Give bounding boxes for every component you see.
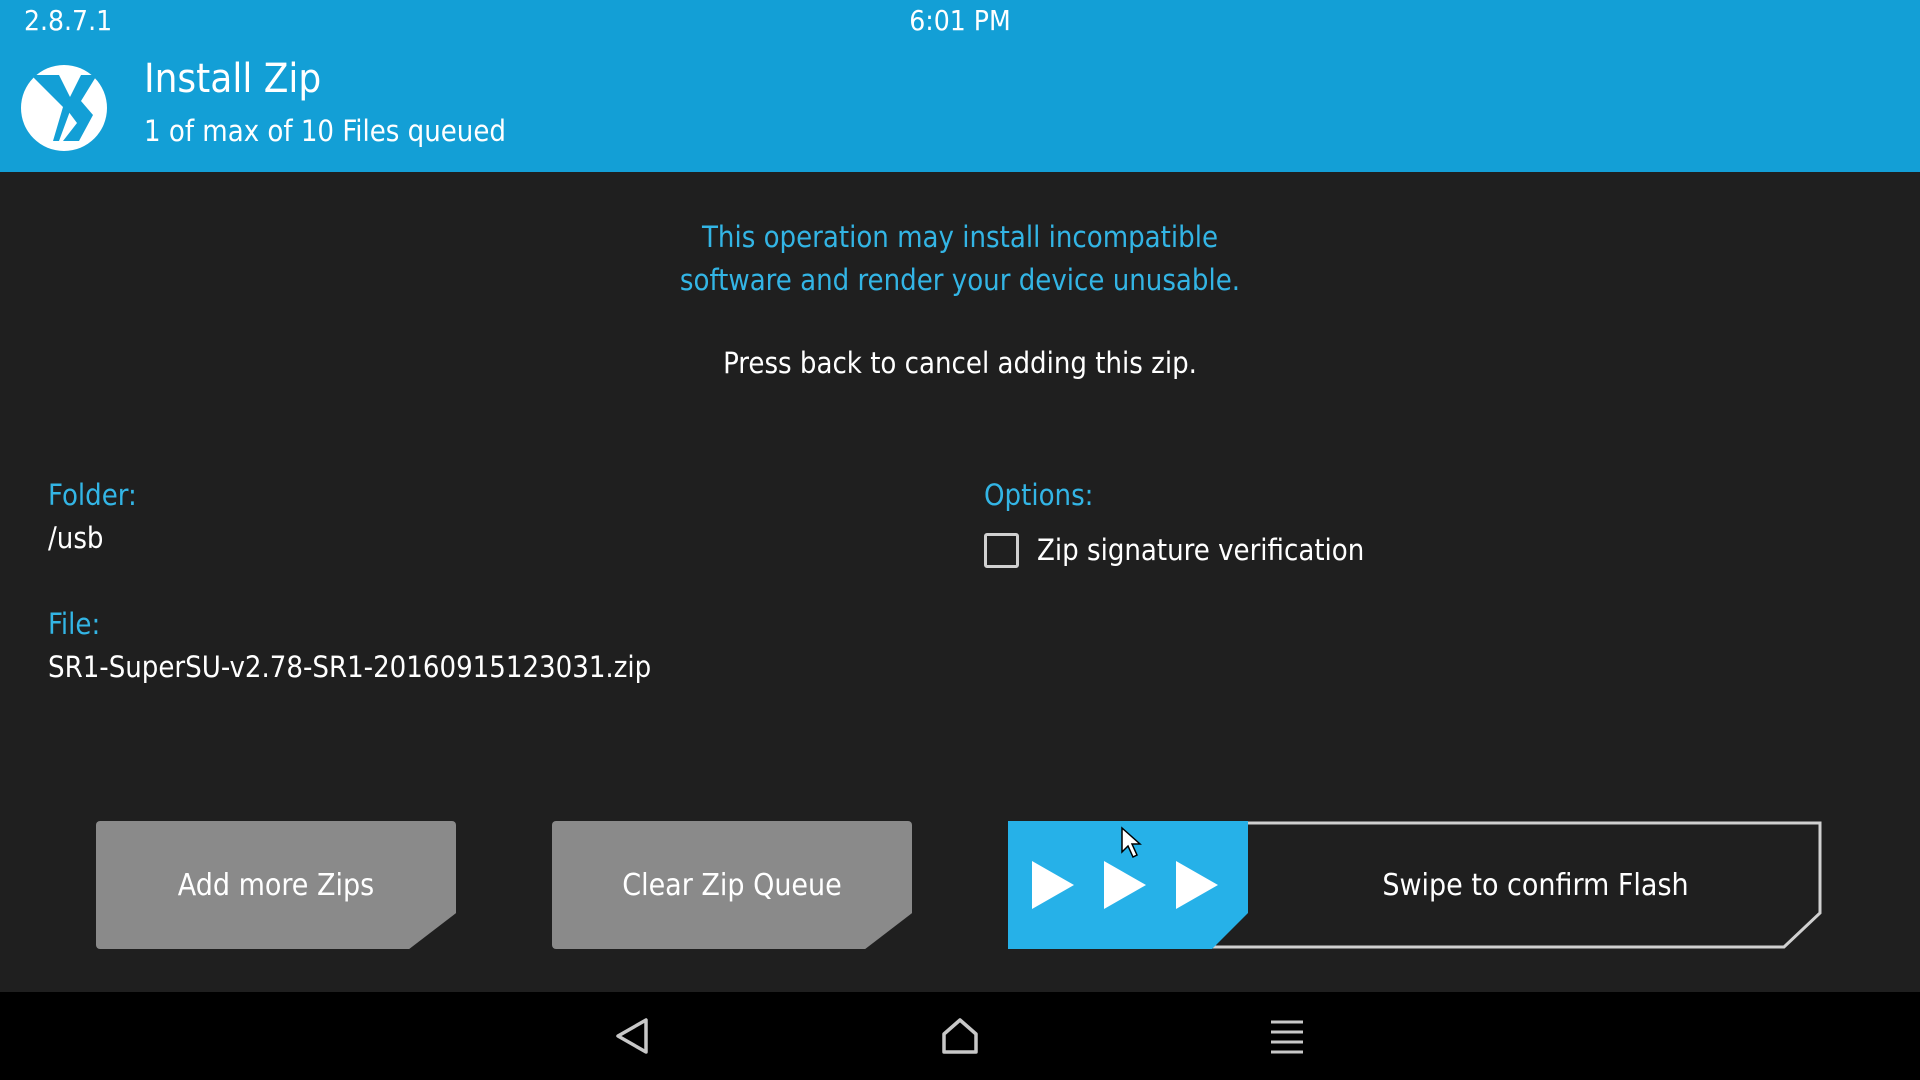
options-label: Options: — [984, 478, 1094, 512]
navigation-bar — [0, 992, 1920, 1080]
instruction-text: Press back to cancel adding this zip. — [723, 346, 1197, 380]
folder-label: Folder: — [48, 478, 137, 512]
file-label: File: — [48, 607, 101, 641]
clock: 6:01 PM — [909, 4, 1011, 37]
menu-lines-icon[interactable] — [1257, 1006, 1317, 1066]
mouse-pointer-icon — [1121, 826, 1142, 859]
add-more-zips-button[interactable]: Add more Zips — [96, 821, 456, 949]
header-bar: 2.8.7.1 6:01 PM Install Zip 1 of max of … — [0, 0, 1920, 172]
twrp-logo-icon — [21, 65, 107, 151]
slider-label: Swipe to confirm Flash — [1382, 867, 1689, 903]
file-value: SR1-SuperSU-v2.78-SR1-20160915123031.zip — [48, 650, 652, 684]
back-triangle-icon[interactable] — [604, 1006, 664, 1066]
warning-message: This operation may install incompatible … — [0, 216, 1920, 302]
warning-line-1: This operation may install incompatible — [701, 220, 1219, 254]
folder-value: /usb — [48, 521, 104, 555]
queue-status: 1 of max of 10 Files queued — [144, 114, 506, 148]
warning-line-2: software and render your device unusable… — [679, 263, 1241, 297]
home-icon[interactable] — [930, 1006, 990, 1066]
zip-signature-label[interactable]: Zip signature verification — [1037, 533, 1364, 567]
zip-signature-checkbox[interactable] — [984, 533, 1019, 568]
clear-zip-queue-button[interactable]: Clear Zip Queue — [552, 821, 912, 949]
page-title: Install Zip — [144, 56, 322, 102]
